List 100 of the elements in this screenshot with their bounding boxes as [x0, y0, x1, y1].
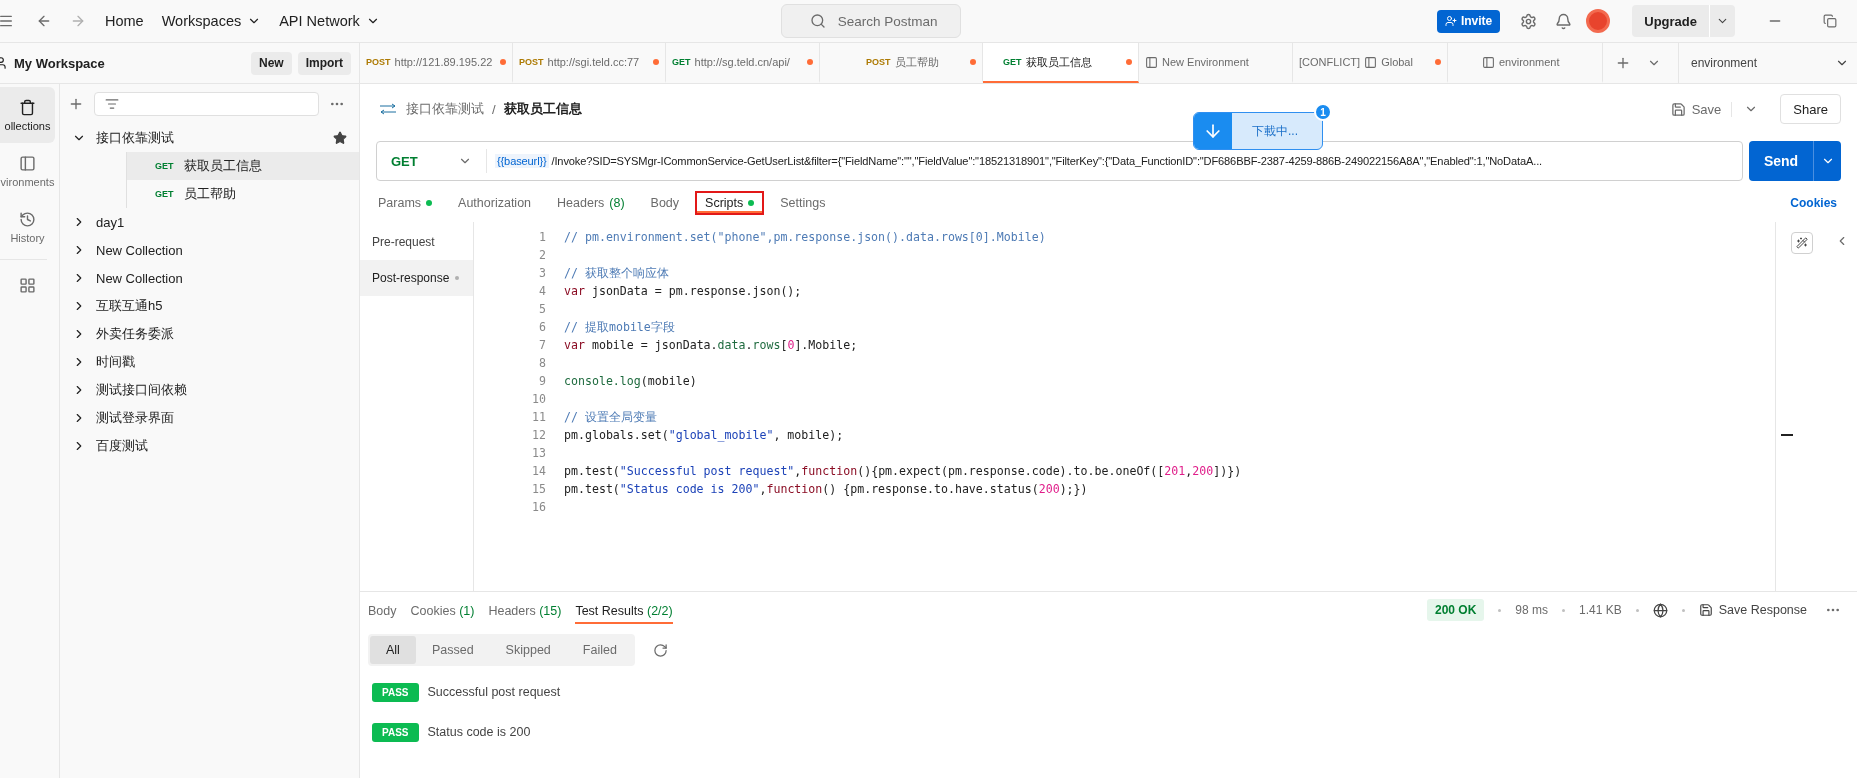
- breadcrumb-separator: /: [492, 101, 496, 117]
- filter-icon: [105, 97, 119, 111]
- history-icon: [19, 210, 36, 228]
- cookies-link[interactable]: Cookies: [1784, 195, 1843, 211]
- collection-item[interactable]: 互联互通h5: [60, 292, 359, 320]
- request-tab[interactable]: GET http://sg.teld.cn/api/: [666, 43, 820, 83]
- download-label: 下載中...: [1252, 122, 1298, 140]
- rail-label: vironments: [0, 175, 55, 188]
- search-icon: [809, 13, 826, 29]
- new-button[interactable]: New: [250, 51, 292, 75]
- import-button[interactable]: Import: [297, 51, 351, 75]
- collection-item[interactable]: day1: [60, 208, 359, 236]
- request-option-tab[interactable]: Body: [640, 191, 690, 215]
- line-number: 14: [531, 464, 546, 478]
- breadcrumb-current: 获取员工信息: [503, 100, 582, 118]
- line-number: 15: [531, 482, 546, 496]
- line-number: 16: [531, 500, 546, 514]
- nav-link[interactable]: Home: [96, 9, 153, 33]
- avatar-icon[interactable]: [1586, 9, 1611, 33]
- collection-item[interactable]: 测试接口间依赖: [60, 376, 359, 404]
- save-icon: [1670, 101, 1686, 117]
- workspace-name: My Workspace: [14, 55, 106, 71]
- code-line: pm.globals.set("global_mobile", mobile);: [564, 428, 844, 442]
- request-option-tab[interactable]: Settings: [770, 191, 836, 215]
- request-option-tab[interactable]: Authorization: [448, 191, 542, 215]
- filter-tab[interactable]: Skipped: [489, 636, 567, 664]
- collection-item[interactable]: New Collection: [60, 264, 359, 292]
- filter-tab[interactable]: Failed: [566, 636, 633, 664]
- collection-item[interactable]: New Collection: [60, 236, 359, 264]
- save-button[interactable]: Save: [1660, 101, 1733, 117]
- request-tab[interactable]: GET 获取员工信息: [983, 43, 1139, 83]
- share-button[interactable]: Share: [1780, 94, 1841, 124]
- filter-tab[interactable]: All: [370, 636, 416, 664]
- response-tab[interactable]: Body: [368, 596, 397, 624]
- line-number: 11: [531, 410, 546, 424]
- line-number: 7: [538, 338, 546, 352]
- script-tab[interactable]: Pre-request: [360, 224, 473, 260]
- rail-item[interactable]: History: [0, 199, 55, 255]
- rail-label: ollections: [4, 119, 51, 132]
- line-number: 12: [531, 428, 546, 442]
- line-number: 3: [538, 266, 546, 280]
- line-number: 10: [531, 392, 546, 406]
- star-icon[interactable]: [333, 131, 347, 145]
- collection-item[interactable]: 接口依靠测试: [60, 124, 359, 152]
- add-user-icon: [1444, 15, 1457, 27]
- nav-link[interactable]: Workspaces: [152, 9, 271, 33]
- save-icon: [1698, 603, 1713, 617]
- test-name: Status code is 200: [427, 725, 531, 739]
- rail-item[interactable]: ollections: [0, 87, 55, 143]
- line-number: 5: [538, 302, 546, 316]
- response-tab[interactable]: Headers (15): [488, 596, 562, 624]
- line-number: 4: [538, 284, 546, 298]
- rail-item[interactable]: vironments: [0, 143, 55, 199]
- count-badge: 1: [1314, 103, 1332, 121]
- script-tab[interactable]: Post-response: [360, 260, 473, 296]
- line-number: 13: [531, 446, 546, 460]
- code-line: // 设置全局变量: [564, 409, 657, 425]
- request-tab[interactable]: environment: [1448, 43, 1603, 83]
- collection-item[interactable]: 百度测试: [60, 432, 359, 460]
- test-name: Successful post request: [427, 685, 561, 699]
- method-select[interactable]: GET: [377, 149, 487, 173]
- filter-field[interactable]: [94, 92, 319, 116]
- filter-tab[interactable]: Passed: [415, 636, 490, 664]
- code-line: // 提取mobile字段: [564, 319, 675, 335]
- request-tab[interactable]: [CONFLICT] Global: [1293, 43, 1448, 83]
- request-option-tab[interactable]: Headers (8): [547, 191, 635, 215]
- response-tab[interactable]: Test Results (2/2): [575, 596, 673, 624]
- apps-icon: [19, 276, 36, 294]
- nav-link[interactable]: API Network: [270, 9, 389, 33]
- code-line: var mobile = jsonData.data.rows[0].Mobile;: [564, 338, 858, 352]
- search-field[interactable]: Search Postman: [780, 4, 961, 38]
- collection-item[interactable]: 外卖任务委派: [60, 320, 359, 348]
- request-tab[interactable]: New Environment: [1139, 43, 1293, 83]
- scroll-marker: [1780, 434, 1793, 436]
- line-number: 1: [538, 230, 546, 244]
- request-option-tab[interactable]: Scripts: [695, 191, 765, 215]
- line-number: 6: [538, 320, 546, 334]
- response-time: 98 ms: [1515, 603, 1549, 617]
- request-option-tab[interactable]: Params: [368, 191, 443, 215]
- globe-icon[interactable]: [1652, 602, 1668, 618]
- save-response-button[interactable]: Save Response: [1698, 603, 1807, 617]
- pass-badge: PASS: [372, 722, 419, 742]
- wand-icon[interactable]: [1790, 232, 1813, 254]
- request-icon: [378, 101, 398, 117]
- request-item[interactable]: GET 获取员工信息: [126, 152, 359, 180]
- collection-item[interactable]: 测试登录界面: [60, 404, 359, 432]
- line-number: 9: [538, 374, 546, 388]
- code-line: pm.test("Status code is 200",function() {pm.response.to.have.status(200);}): [564, 482, 1088, 496]
- collection-item[interactable]: 时间戳: [60, 348, 359, 376]
- breadcrumb-parent[interactable]: 接口依靠测试: [406, 100, 484, 118]
- request-item[interactable]: GET 员工帮助: [126, 180, 359, 208]
- response-size: 1.41 KB: [1579, 603, 1622, 617]
- code-line: // pm.environment.set("phone",pm.response.json().data.rows[0].Mobile): [564, 230, 1046, 244]
- line-number: 2: [538, 248, 546, 262]
- request-tab[interactable]: POST http://sgi.teld.cc:77: [513, 43, 666, 83]
- response-tab[interactable]: Cookies (1): [410, 596, 475, 624]
- request-tab[interactable]: POST http://121.89.195.22: [360, 43, 513, 83]
- environment-select[interactable]: environment: [1678, 43, 1857, 83]
- pass-badge: PASS: [372, 682, 419, 702]
- invite-button[interactable]: Invite: [1436, 9, 1501, 33]
